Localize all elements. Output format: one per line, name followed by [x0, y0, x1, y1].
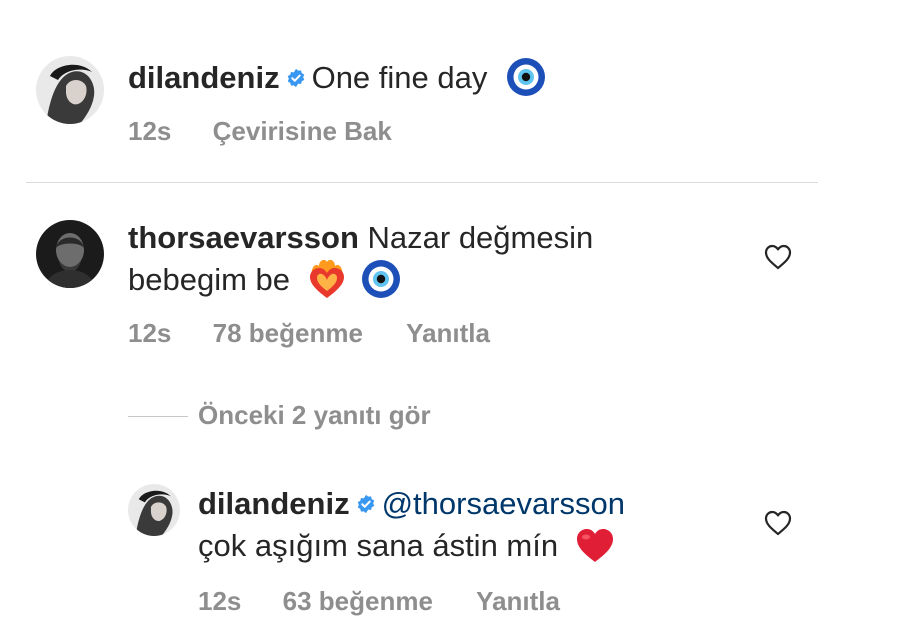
reply-likes-count[interactable]: 63 beğenme: [283, 586, 433, 617]
comment-line-1: thorsaevarsson Nazar değmesin: [128, 216, 593, 260]
nazar-amulet-icon: [362, 260, 401, 299]
comment-likes-count[interactable]: 78 beğenme: [213, 318, 363, 349]
caption-meta: 12s Çevirisine Bak: [128, 116, 392, 147]
comment-reply-button[interactable]: Yanıtla: [406, 318, 490, 349]
reply-text: çok aşığım sana ástin mín: [198, 528, 559, 563]
comment-line-2: bebegim be: [128, 258, 401, 305]
reply-username[interactable]: dilandeniz: [198, 486, 350, 521]
caption-time: 12s: [128, 116, 172, 146]
comment-text-line1: Nazar değmesin: [367, 220, 594, 255]
comment-time: 12s: [128, 318, 172, 348]
verified-badge-icon: [357, 494, 374, 513]
verified-badge-icon: [287, 68, 304, 87]
heart-on-fire-icon: [309, 260, 344, 299]
caption-avatar[interactable]: [36, 56, 104, 124]
caption-divider: [26, 182, 818, 183]
reply-like-heart-icon[interactable]: [764, 510, 792, 536]
reply-time: 12s: [198, 586, 242, 616]
reply-mention-link[interactable]: @thorsaevarsson: [382, 486, 625, 521]
reply-line-2: çok aşığım sana ástin mín: [198, 524, 615, 569]
nazar-amulet-icon: [507, 58, 545, 97]
comment-username[interactable]: thorsaevarsson: [128, 220, 359, 255]
comment-avatar[interactable]: [36, 220, 104, 288]
view-previous-replies-button[interactable]: Önceki 2 yanıtı gör: [198, 400, 431, 431]
red-heart-icon: [576, 529, 613, 563]
caption-line: dilandeniz One fine day: [128, 56, 546, 102]
comment-like-heart-icon[interactable]: [764, 244, 792, 270]
reply-reply-button[interactable]: Yanıtla: [476, 586, 560, 617]
reply-meta: 12s 63 beğenme Yanıtla: [198, 586, 560, 617]
reply-line-1: dilandeniz @thorsaevarsson: [198, 482, 625, 526]
caption-text: One fine day: [311, 60, 488, 95]
translate-button[interactable]: Çevirisine Bak: [213, 116, 392, 147]
view-replies-line: [128, 416, 188, 417]
caption-username[interactable]: dilandeniz: [128, 60, 280, 95]
comment-meta: 12s 78 beğenme Yanıtla: [128, 318, 490, 349]
comment-text-line2: bebegim be: [128, 262, 291, 297]
reply-avatar[interactable]: [128, 484, 180, 536]
